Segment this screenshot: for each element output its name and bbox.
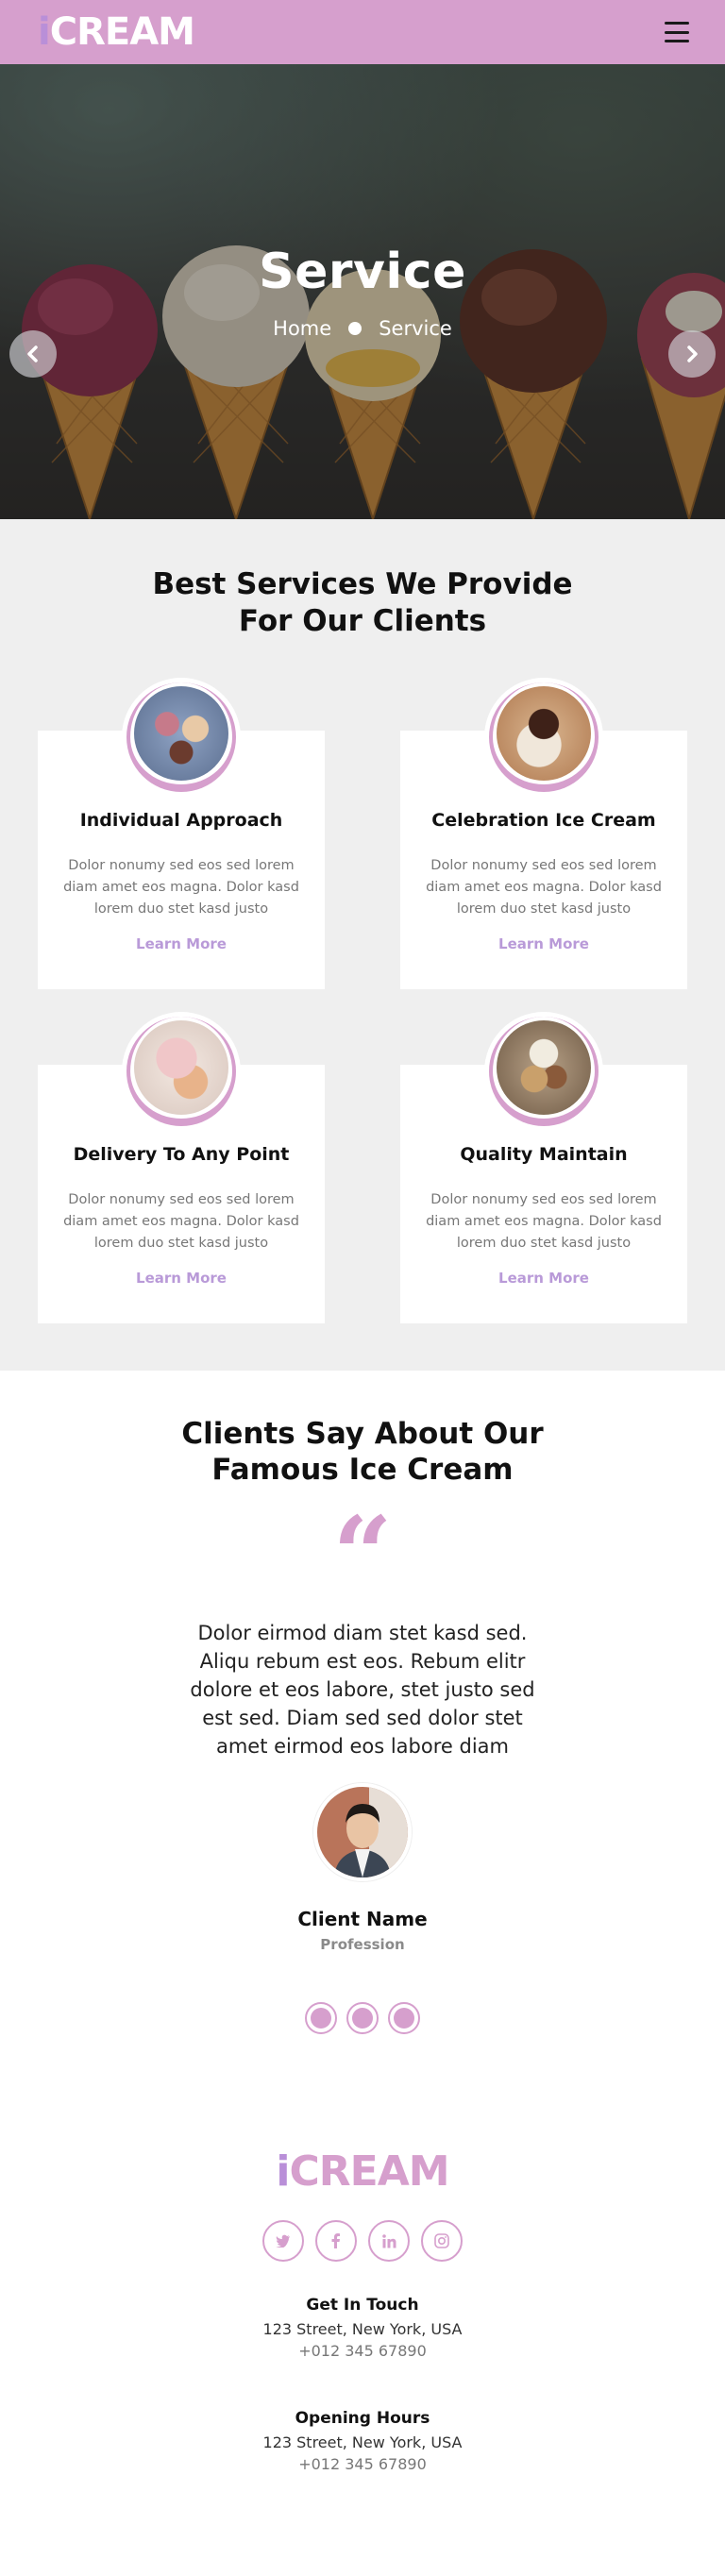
service-card: Delivery To Any Point Dolor nonumy sed e… <box>38 1011 325 1323</box>
brand-logo[interactable]: iCREAM <box>38 10 195 54</box>
carousel-prev-button[interactable] <box>9 330 57 378</box>
service-description: Dolor nonumy sed eos sed lorem diam amet… <box>426 1191 662 1251</box>
footer-heading: Get In Touch <box>306 2296 419 2315</box>
footer-heading: Opening Hours <box>295 2409 430 2428</box>
quote-icon: “ <box>332 1493 393 1615</box>
hamburger-icon[interactable] <box>665 22 689 42</box>
service-image <box>122 1011 241 1131</box>
footer: iCREAM Get In Touch 123 Street, New York… <box>0 2062 725 2511</box>
breadcrumb-current: Service <box>379 317 452 340</box>
service-grid: Individual Approach Dolor nonumy sed eos… <box>38 677 687 1323</box>
twitter-icon[interactable] <box>262 2220 304 2262</box>
breadcrumb-home-link[interactable]: Home <box>273 317 331 340</box>
get-in-touch: Get In Touch 123 Street, New York, USA +… <box>0 2296 725 2360</box>
breadcrumb: Home Service <box>0 317 725 340</box>
breadcrumb-separator-icon <box>348 322 362 335</box>
learn-more-link[interactable]: Learn More <box>136 935 227 952</box>
hero-banner: Service Home Service <box>0 64 725 519</box>
learn-more-link[interactable]: Learn More <box>498 935 589 952</box>
footer-phone: +012 345 67890 <box>298 2455 427 2473</box>
footer-address: 123 Street, New York, USA <box>262 2433 463 2451</box>
footer-address: 123 Street, New York, USA <box>262 2320 463 2338</box>
carousel-dot[interactable] <box>305 2002 337 2034</box>
service-title: Celebration Ice Cream <box>431 809 656 831</box>
avatar <box>313 1783 412 1881</box>
services-heading: Best Services We Provide For Our Clients <box>152 567 573 638</box>
carousel-next-button[interactable] <box>668 330 716 378</box>
chevron-left-icon <box>27 345 38 362</box>
service-image <box>484 1011 603 1131</box>
services-section: Best Services We Provide For Our Clients… <box>0 519 725 1371</box>
client-name: Client Name <box>297 1908 428 1930</box>
service-description: Dolor nonumy sed eos sed lorem diam amet… <box>63 1191 299 1251</box>
service-card: Individual Approach Dolor nonumy sed eos… <box>38 677 325 989</box>
navbar: iCREAM <box>0 0 725 64</box>
chevron-right-icon <box>687 345 698 362</box>
service-description: Dolor nonumy sed eos sed lorem diam amet… <box>63 857 299 917</box>
service-title: Individual Approach <box>79 809 283 831</box>
learn-more-link[interactable]: Learn More <box>498 1270 589 1287</box>
footer-logo[interactable]: iCREAM <box>0 2147 725 2196</box>
service-card: Celebration Ice Cream Dolor nonumy sed e… <box>400 677 687 989</box>
footer-phone: +012 345 67890 <box>298 2342 427 2360</box>
service-card: Quality Maintain Dolor nonumy sed eos se… <box>400 1011 687 1323</box>
carousel-dot[interactable] <box>388 2002 420 2034</box>
linkedin-icon[interactable] <box>368 2220 410 2262</box>
service-image <box>122 677 241 797</box>
client-profession: Profession <box>320 1936 405 1953</box>
service-title: Quality Maintain <box>460 1143 628 1165</box>
page-title: Service <box>259 244 466 300</box>
testimonial-quote: Dolor eirmod diam stet kasd sed. Aliqu r… <box>190 1622 535 1758</box>
facebook-icon[interactable] <box>315 2220 357 2262</box>
instagram-icon[interactable] <box>421 2220 463 2262</box>
testimonial-pagination <box>0 2002 725 2034</box>
brand-prefix: i <box>38 10 51 54</box>
social-links <box>0 2220 725 2262</box>
testimonial-heading: Clients Say About Our Famous Ice Cream <box>181 1416 544 1488</box>
carousel-dot[interactable] <box>346 2002 379 2034</box>
service-title: Delivery To Any Point <box>73 1143 290 1165</box>
brand-name: CREAM <box>49 10 195 54</box>
service-description: Dolor nonumy sed eos sed lorem diam amet… <box>426 857 662 917</box>
opening-hours: Opening Hours 123 Street, New York, USA … <box>0 2409 725 2473</box>
testimonial-section: Clients Say About Our Famous Ice Cream “… <box>0 1370 725 2062</box>
client-photo <box>317 1787 408 1877</box>
service-image <box>484 677 603 797</box>
learn-more-link[interactable]: Learn More <box>136 1270 227 1287</box>
